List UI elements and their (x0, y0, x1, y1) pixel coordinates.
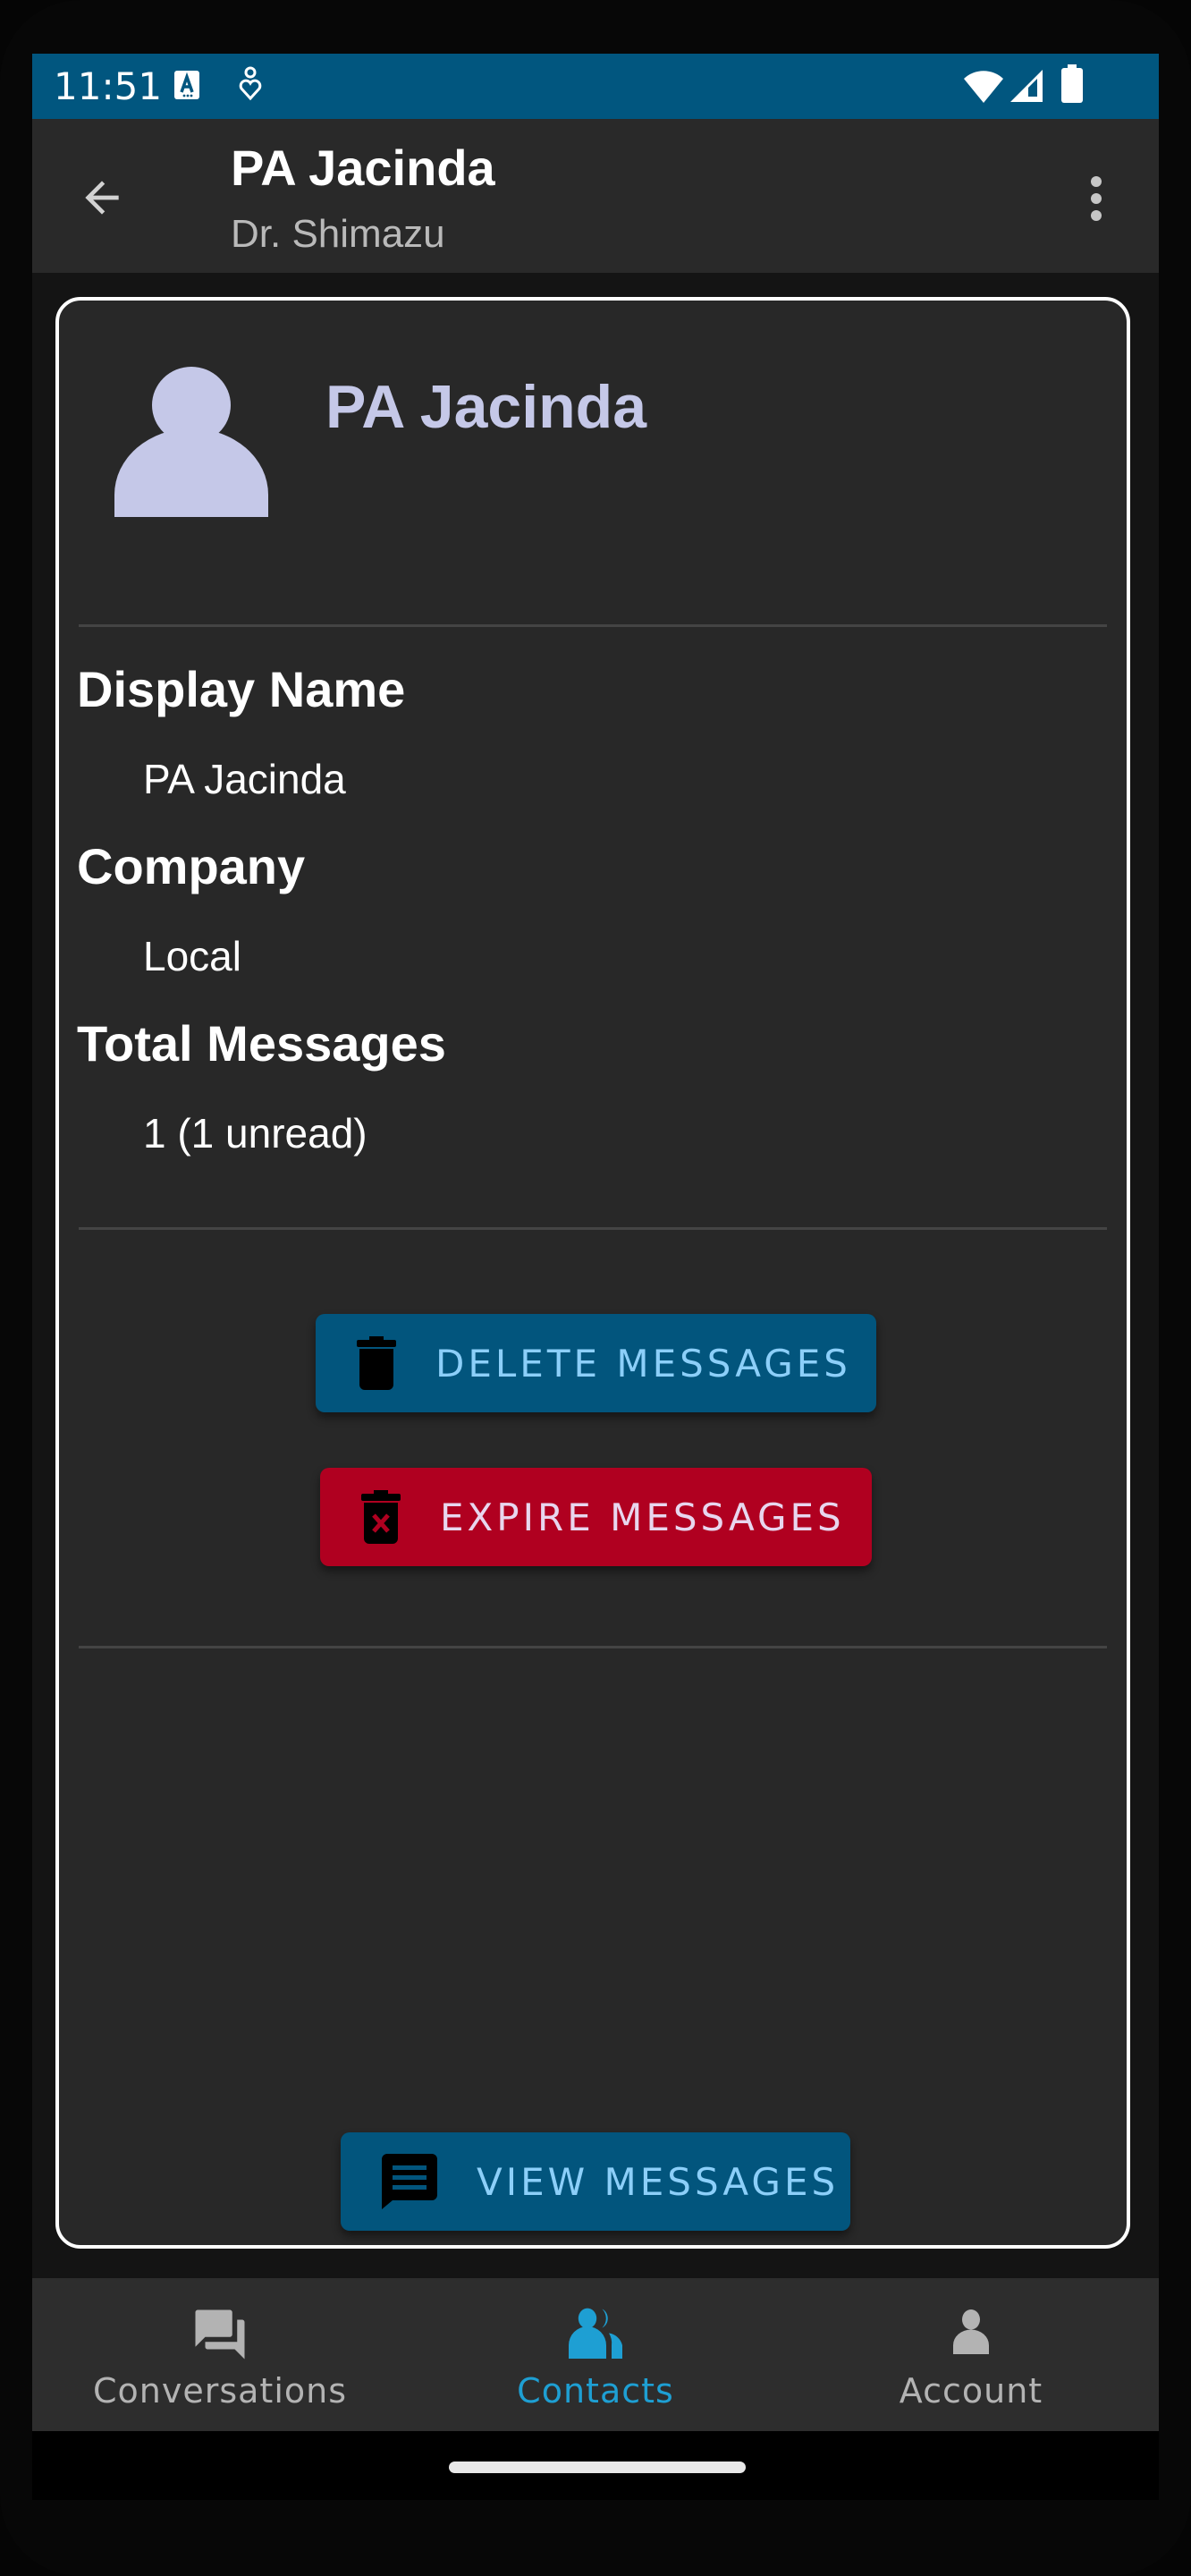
app-bar: PA Jacinda Dr. Shimazu (32, 119, 1159, 273)
expire-messages-label: EXPIRE MESSAGES (440, 1495, 845, 1539)
nav-label: Account (899, 2371, 1043, 2411)
delete-messages-label: DELETE MESSAGES (435, 1341, 851, 1385)
contact-name: PA Jacinda (325, 373, 647, 441)
divider (79, 624, 1107, 627)
more-vert-icon (1091, 176, 1102, 221)
contact-card: PA Jacinda Display Name PA Jacinda Compa… (55, 297, 1130, 2249)
trash-icon (357, 1336, 396, 1390)
nav-item-contacts[interactable]: Contacts (408, 2278, 783, 2431)
total-messages-label: Total Messages (77, 1015, 446, 1072)
divider (79, 1227, 1107, 1230)
nav-label: Conversations (92, 2371, 348, 2411)
people-icon (569, 2308, 622, 2359)
status-time: 11:51 (54, 64, 163, 108)
total-messages-value: 1 (1 unread) (143, 1110, 367, 1157)
signal-icon (1009, 68, 1044, 108)
device-frame: 11:51 PA Jacinda Dr. Shimazu PA Jacinda … (0, 0, 1191, 2576)
page-subtitle: Dr. Shimazu (231, 212, 445, 256)
screen: 11:51 PA Jacinda Dr. Shimazu PA Jacinda … (32, 54, 1159, 2500)
expire-messages-button[interactable]: EXPIRE MESSAGES (320, 1468, 872, 1566)
person-icon (111, 356, 272, 517)
delete-messages-button[interactable]: DELETE MESSAGES (316, 1314, 876, 1412)
nav-item-conversations[interactable]: Conversations (32, 2278, 408, 2431)
display-name-value: PA Jacinda (143, 756, 346, 802)
display-name-label: Display Name (77, 661, 406, 717)
accessibility-a-icon (173, 70, 200, 105)
divider (79, 1646, 1107, 1648)
heart-person-icon (238, 66, 263, 106)
nav-item-account[interactable]: Account (783, 2278, 1159, 2431)
account-person-icon (953, 2309, 989, 2354)
company-value: Local (143, 933, 241, 979)
page-title: PA Jacinda (231, 140, 495, 196)
status-bar: 11:51 (32, 54, 1159, 119)
back-button[interactable] (77, 173, 131, 223)
forum-icon (195, 2309, 245, 2360)
arrow-back-icon (85, 181, 119, 215)
bottom-nav: Conversations Contacts Account (32, 2278, 1159, 2431)
nav-label: Contacts (517, 2371, 674, 2411)
view-messages-label: VIEW MESSAGES (477, 2159, 840, 2204)
home-indicator[interactable] (449, 2462, 746, 2473)
view-messages-button[interactable]: VIEW MESSAGES (341, 2132, 850, 2231)
wifi-icon (962, 70, 1005, 108)
message-icon (382, 2154, 437, 2209)
expire-trash-icon (361, 1490, 401, 1544)
battery-icon (1060, 64, 1084, 108)
company-label: Company (77, 838, 306, 894)
more-options-button[interactable] (1078, 164, 1114, 235)
system-navigation-bar (32, 2431, 1159, 2500)
